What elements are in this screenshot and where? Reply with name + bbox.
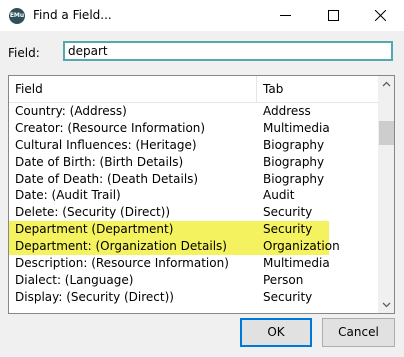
title-bar: EMu Find a Field... <box>0 0 404 31</box>
table-row[interactable]: Date of Death: (Death Details) Biography <box>9 171 378 188</box>
row-field-name: Department (Department) <box>15 222 174 237</box>
row-tab-name: Biography <box>263 171 325 186</box>
cancel-button[interactable]: Cancel <box>322 318 395 347</box>
field-label: Field: <box>8 46 40 60</box>
table-row[interactable]: Department (Department) Security <box>9 221 329 239</box>
close-button[interactable] <box>358 0 403 31</box>
row-field-name: Delete: (Security (Direct)) <box>15 205 171 220</box>
row-tab-name: Audit <box>263 188 295 203</box>
row-tab-name: Multimedia <box>263 256 330 271</box>
row-tab-name: Biography <box>263 137 325 152</box>
column-header-tab[interactable]: Tab <box>257 76 378 102</box>
minimize-icon <box>280 15 291 16</box>
field-list[interactable]: Field Tab Country: (Address) Address Creat… <box>8 75 395 314</box>
row-field-name: Description: (Resource Information) <box>15 256 229 271</box>
window-title: Find a Field... <box>33 8 112 22</box>
row-tab-name: Organization <box>263 239 340 254</box>
minimize-button[interactable] <box>263 0 308 31</box>
row-field-name: Date of Death: (Death Details) <box>15 171 199 186</box>
ok-button[interactable]: OK <box>240 318 312 347</box>
table-row[interactable]: Cultural Influences: (Heritage) Biography <box>9 137 378 154</box>
row-field-name: Date of Birth: (Birth Details) <box>15 154 184 169</box>
row-field-name: Dialect: (Language) <box>15 272 134 287</box>
row-tab-name: Person <box>263 272 304 287</box>
chevron-down-icon <box>382 302 391 308</box>
table-row[interactable]: Creator: (Resource Information) Multimedi… <box>9 120 378 137</box>
maximize-icon <box>328 10 339 21</box>
row-field-name: Display: (Security (Direct)) <box>15 289 174 304</box>
table-row[interactable]: Department: (Organization Details) Organi… <box>9 238 340 256</box>
list-rows: Country: (Address) Address Creator: (Resou… <box>9 103 378 306</box>
column-header-field[interactable]: Field <box>9 76 257 102</box>
table-row[interactable]: Description: (Resource Information) Multi… <box>9 255 378 272</box>
row-tab-name: Multimedia <box>263 120 330 135</box>
row-field-name: Department: (Organization Details) <box>15 239 227 254</box>
row-tab-name: Security <box>263 222 313 237</box>
app-logo-icon: EMu <box>9 8 25 24</box>
row-tab-name: Security <box>263 289 313 304</box>
list-header: Field Tab <box>9 76 378 103</box>
table-row[interactable]: Country: (Address) Address <box>9 103 378 120</box>
chevron-up-icon <box>382 81 391 87</box>
row-tab-name: Biography <box>263 154 325 169</box>
close-icon <box>375 10 386 21</box>
vertical-scrollbar[interactable] <box>378 76 394 313</box>
table-row[interactable]: Date: (Audit Trail) Audit <box>9 187 378 204</box>
field-search-input[interactable] <box>63 41 393 61</box>
scroll-down-button[interactable] <box>378 296 394 313</box>
table-row[interactable]: Dialect: (Language) Person <box>9 272 378 289</box>
row-tab-name: Security <box>263 205 313 220</box>
scroll-thumb[interactable] <box>379 121 394 145</box>
table-row[interactable]: Display: (Security (Direct)) Security <box>9 289 378 306</box>
row-tab-name: Address <box>263 104 311 118</box>
scroll-up-button[interactable] <box>378 76 394 93</box>
row-field-name: Date: (Audit Trail) <box>15 188 121 203</box>
row-field-name: Cultural Influences: (Heritage) <box>15 137 197 152</box>
row-field-name: Creator: (Resource Information) <box>15 120 206 135</box>
row-field-name: Country: (Address) <box>15 104 127 118</box>
table-row[interactable]: Delete: (Security (Direct)) Security <box>9 204 378 221</box>
table-row[interactable]: Date of Birth: (Birth Details) Biography <box>9 154 378 171</box>
maximize-button[interactable] <box>311 0 356 31</box>
